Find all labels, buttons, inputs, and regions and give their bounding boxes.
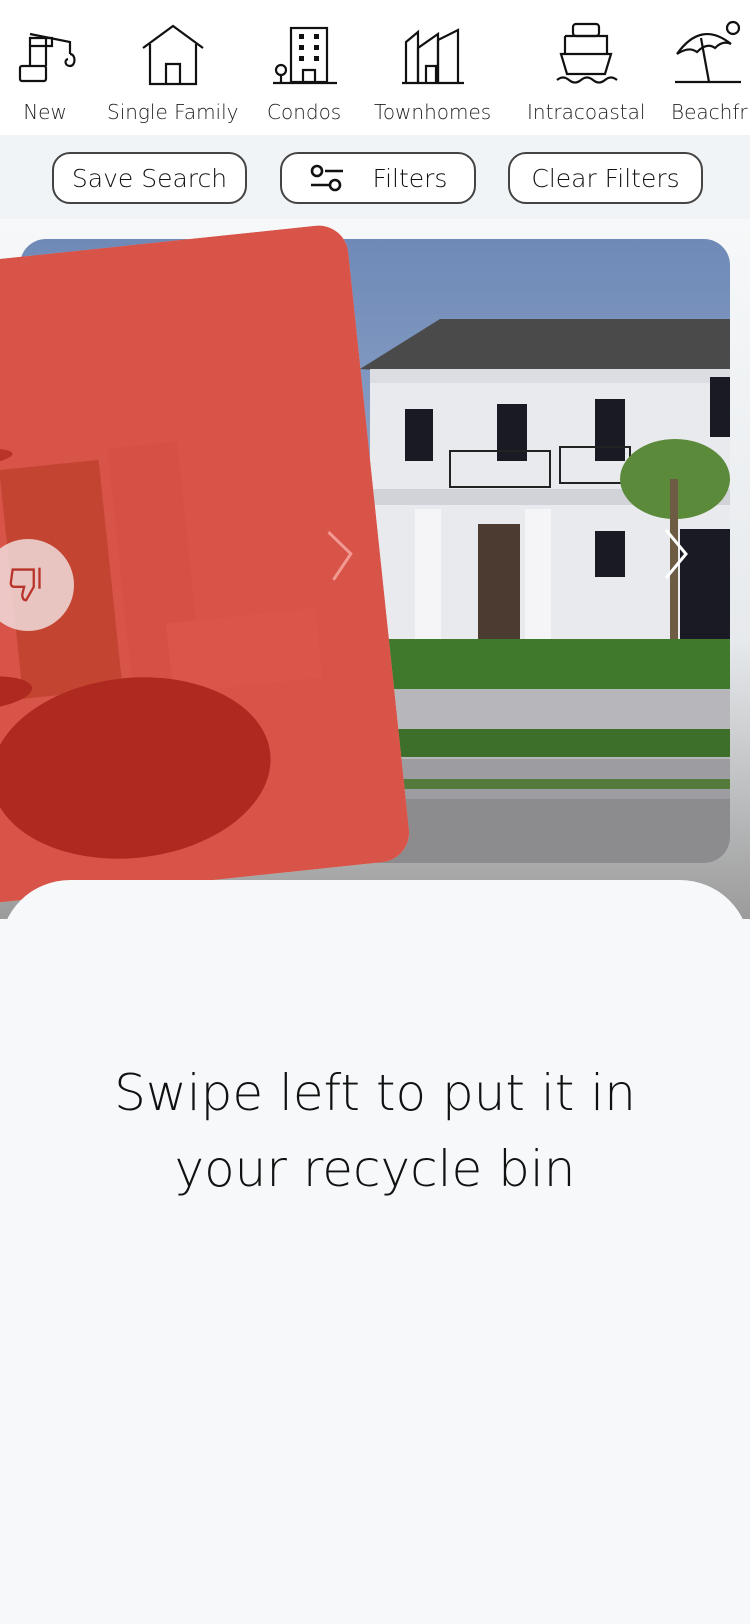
category-label: Condos (267, 100, 342, 124)
category-bar: New Single Family Condos Townhomes Intra… (0, 0, 750, 135)
boat-icon (551, 18, 621, 92)
category-label: Single Family (107, 100, 239, 124)
category-beachfront[interactable]: Beachfr (671, 18, 748, 124)
category-label: Intracoastal (527, 100, 646, 124)
save-search-label: Save Search (71, 163, 228, 193)
crane-icon (10, 18, 80, 92)
category-label: Townhomes (374, 100, 492, 124)
category-intracoastal[interactable]: Intracoastal (527, 18, 645, 124)
category-condos[interactable]: Condos (267, 18, 341, 124)
category-new[interactable]: New (10, 18, 80, 124)
next-photo-chevron-icon[interactable] (660, 524, 690, 584)
category-label: New (23, 100, 67, 124)
card-stage (0, 219, 750, 919)
house-icon (138, 18, 208, 92)
instruction-sheet: Swipe left to put it in your recycle bin (0, 880, 750, 1624)
category-single-family[interactable]: Single Family (107, 18, 239, 124)
filter-row: Save Search Filters Clear Filters (0, 135, 750, 219)
filters-button[interactable]: Filters (280, 152, 476, 204)
next-photo-chevron-icon[interactable] (322, 524, 358, 587)
sliders-icon (309, 162, 345, 194)
swipe-instruction-text: Swipe left to put it in your recycle bin (114, 1064, 636, 1198)
umbrella-icon (671, 18, 741, 92)
save-search-button[interactable]: Save Search (52, 152, 247, 204)
townhome-icon (398, 18, 468, 92)
thumbs-down-icon (5, 560, 51, 610)
building-icon (269, 18, 339, 92)
filters-label: Filters (372, 163, 448, 193)
category-label: Beachfr (671, 100, 748, 124)
clear-filters-button[interactable]: Clear Filters (508, 152, 703, 204)
clear-filters-label: Clear Filters (531, 163, 680, 193)
category-townhomes[interactable]: Townhomes (374, 18, 491, 124)
